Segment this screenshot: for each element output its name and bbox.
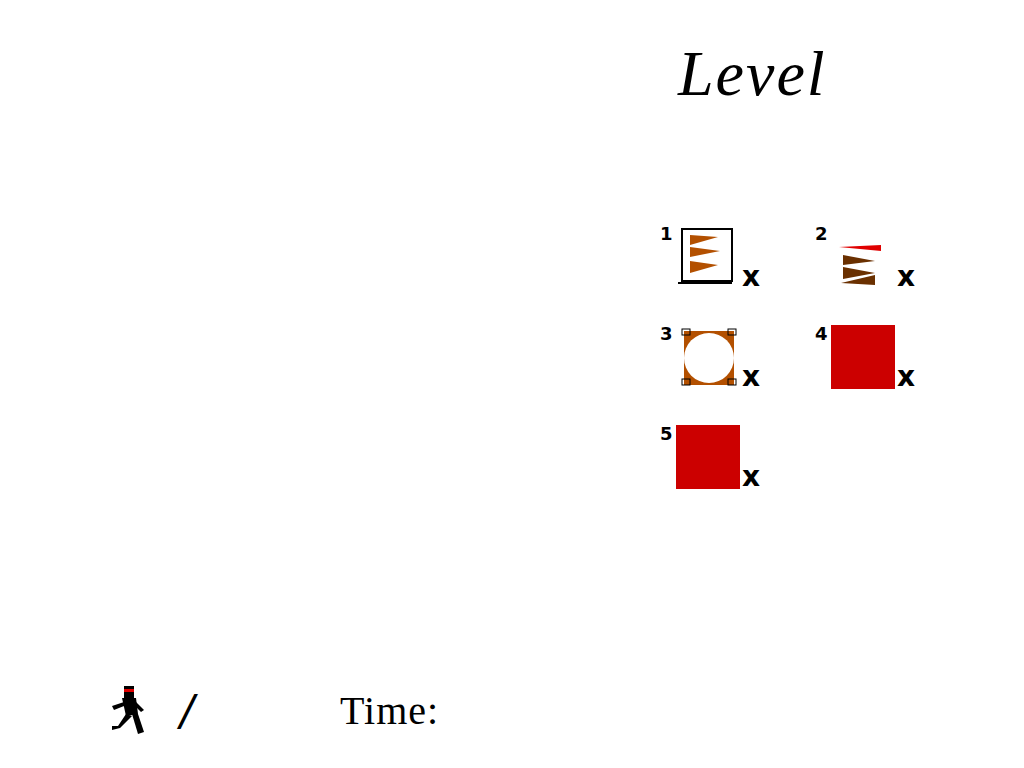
level-item[interactable]: 3x <box>660 325 815 391</box>
level-item[interactable]: 5x <box>660 425 815 491</box>
ring-level-icon[interactable] <box>676 325 740 389</box>
completion-mark: x <box>742 263 760 291</box>
level-item[interactable]: 4x <box>815 325 970 391</box>
crate-level-icon[interactable] <box>676 225 740 289</box>
level-number: 3 <box>660 325 676 343</box>
completion-mark: x <box>742 463 760 491</box>
spikes-level-icon[interactable] <box>831 225 895 289</box>
locked-level-icon[interactable] <box>831 325 895 389</box>
completion-mark: x <box>742 363 760 391</box>
completion-mark: x <box>897 363 915 391</box>
time-label: Time: <box>340 687 439 734</box>
level-number: 4 <box>815 325 831 343</box>
level-item[interactable]: 2x <box>815 225 970 291</box>
level-item[interactable]: 1x <box>660 225 815 291</box>
level-number: 5 <box>660 425 676 443</box>
completion-mark: x <box>897 263 915 291</box>
hud-bar: / Time: <box>108 684 640 736</box>
lives-count: / <box>180 686 220 735</box>
level-grid: 1x2x3x4x5x <box>660 225 1024 491</box>
runner-icon <box>108 684 148 736</box>
level-title: Level <box>660 36 1024 113</box>
locked-level-icon[interactable] <box>676 425 740 489</box>
level-number: 2 <box>815 225 831 243</box>
level-number: 1 <box>660 225 676 243</box>
